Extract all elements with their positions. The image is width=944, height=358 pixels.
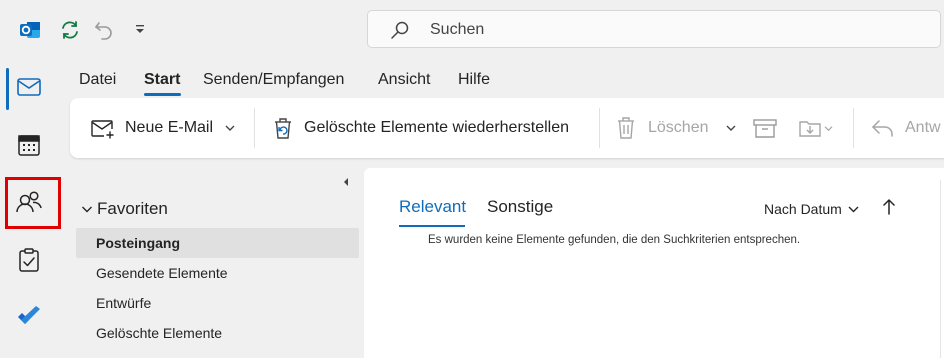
calendar-icon [17, 133, 41, 162]
customize-quick-access-icon[interactable] [128, 18, 152, 42]
reply-button[interactable]: Antw [871, 98, 941, 158]
restore-deleted-label: Gelöschte Elemente wiederherstellen [304, 119, 570, 136]
folder-geloeschte-elemente[interactable]: Gelöschte Elemente [76, 318, 359, 348]
trash-icon [616, 116, 636, 140]
tab-datei[interactable]: Datei [79, 71, 116, 89]
sync-icon[interactable] [58, 18, 82, 42]
ribbon-separator [599, 108, 600, 148]
sort-label: Nach Datum [764, 201, 842, 217]
mail-icon [16, 76, 42, 103]
todo-check-icon [15, 305, 43, 333]
chevron-down-icon[interactable] [225, 124, 235, 132]
chevron-down-icon [81, 204, 93, 214]
favorites-header[interactable]: Favoriten [81, 199, 168, 219]
folder-posteingang[interactable]: Posteingang [76, 228, 359, 258]
tab-start-underline [144, 93, 181, 96]
new-mail-button[interactable]: Neue E-Mail [90, 98, 235, 158]
tab-start[interactable]: Start [144, 71, 180, 89]
sort-direction-arrow-up-icon[interactable] [882, 198, 896, 221]
folder-entwuerfe[interactable]: Entwürfe [76, 288, 359, 318]
archive-button[interactable] [753, 98, 777, 158]
archive-icon [753, 117, 777, 139]
tab-ansicht[interactable]: Ansicht [378, 71, 430, 89]
tab-relevant-underline [399, 225, 465, 227]
ribbon-separator [853, 108, 854, 148]
favorites-label: Favoriten [97, 199, 168, 218]
delete-label: Löschen [648, 119, 709, 136]
new-mail-icon [90, 117, 116, 139]
move-button[interactable] [798, 98, 833, 158]
tab-hilfe[interactable]: Hilfe [458, 71, 490, 89]
reply-icon [871, 117, 895, 139]
rail-tasks[interactable] [6, 239, 52, 285]
reading-pane-divider [940, 180, 941, 358]
sort-dropdown[interactable]: Nach Datum [764, 201, 859, 217]
tab-senden-empfangen[interactable]: Senden/Empfangen [203, 71, 344, 89]
tab-sonstige[interactable]: Sonstige [487, 197, 553, 217]
delete-button[interactable]: Löschen [616, 98, 736, 158]
rail-todo[interactable] [6, 296, 52, 342]
clipboard-check-icon [18, 247, 40, 278]
search-placeholder: Suchen [430, 21, 485, 38]
restore-deleted-button[interactable]: Gelöschte Elemente wiederherstellen [272, 98, 569, 158]
folder-gesendete-elemente[interactable]: Gesendete Elemente [76, 258, 359, 288]
empty-list-message: Es wurden keine Elemente gefunden, die d… [428, 234, 801, 246]
rail-mail[interactable] [6, 66, 52, 112]
reply-label: Antw [905, 119, 941, 136]
restore-deleted-icon [272, 116, 294, 140]
chevron-down-icon[interactable] [824, 125, 833, 132]
new-mail-label: Neue E-Mail [125, 119, 214, 136]
chevron-down-icon [848, 205, 859, 213]
chevron-down-icon[interactable] [726, 124, 736, 132]
ribbon-toolbar: Neue E-Mail Gelöschte Elemente wiederher… [70, 98, 944, 158]
tab-relevant[interactable]: Relevant [399, 197, 466, 217]
move-to-folder-icon [798, 117, 822, 139]
outlook-logo-icon [18, 18, 42, 42]
people-highlight-box [5, 177, 61, 229]
ribbon-separator [254, 108, 255, 148]
search-box[interactable]: Suchen [367, 10, 941, 48]
undo-icon[interactable] [92, 18, 116, 42]
search-icon [390, 20, 410, 45]
collapse-pane-icon[interactable] [342, 176, 350, 190]
rail-calendar[interactable] [6, 124, 52, 170]
